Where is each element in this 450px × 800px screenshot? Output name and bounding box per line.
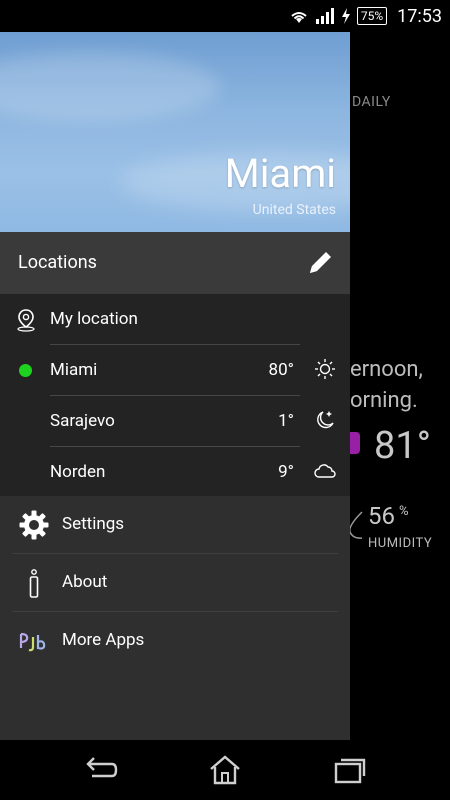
location-temp: 1° bbox=[278, 411, 294, 431]
locations-list: My location Miami 80° Sarajevo 1° Norden… bbox=[0, 294, 350, 496]
location-pin-icon bbox=[17, 309, 35, 332]
drawer-header: Miami United States bbox=[0, 32, 350, 232]
location-temp: 80° bbox=[268, 360, 294, 380]
sun-icon bbox=[315, 359, 335, 379]
sky-cloud bbox=[0, 52, 220, 122]
cloud-icon bbox=[314, 464, 336, 478]
locations-title: Locations bbox=[18, 252, 97, 273]
navigation-drawer: Miami United States Locations My locatio… bbox=[0, 32, 350, 740]
home-icon[interactable] bbox=[205, 754, 245, 786]
menu-item-settings[interactable]: Settings bbox=[0, 496, 350, 554]
system-nav-bar bbox=[0, 740, 450, 800]
locations-header: Locations bbox=[0, 232, 350, 294]
menu-label: More Apps bbox=[62, 630, 145, 650]
drawer-menu: Settings About More Apps bbox=[0, 496, 350, 740]
header-country: United States bbox=[252, 202, 336, 218]
humidity-label: HUMIDITY bbox=[368, 536, 433, 551]
charging-icon bbox=[341, 8, 350, 24]
menu-label: Settings bbox=[62, 514, 125, 534]
location-name: Miami bbox=[50, 360, 98, 380]
weather-accent-bar bbox=[350, 432, 360, 454]
status-bar: 75% 17:53 bbox=[0, 0, 450, 32]
recent-apps-icon[interactable] bbox=[330, 754, 370, 786]
back-icon[interactable] bbox=[80, 754, 120, 786]
location-name: Norden bbox=[50, 462, 106, 482]
location-item-miami[interactable]: Miami 80° bbox=[0, 345, 350, 396]
menu-item-about[interactable]: About bbox=[0, 554, 350, 612]
forecast-summary-line1: ernoon, bbox=[350, 357, 423, 382]
humidity-value: 56% bbox=[368, 502, 409, 530]
moon-icon bbox=[317, 411, 334, 429]
active-location-dot bbox=[19, 364, 32, 377]
menu-label: About bbox=[62, 572, 108, 592]
edit-pencil-icon[interactable] bbox=[304, 247, 336, 279]
location-item-my-location[interactable]: My location bbox=[0, 294, 350, 345]
location-name: Sarajevo bbox=[50, 411, 115, 431]
location-name: My location bbox=[50, 309, 138, 329]
tab-daily[interactable]: DAILY bbox=[352, 94, 391, 110]
info-icon bbox=[29, 569, 39, 598]
more-apps-logo-icon bbox=[19, 632, 46, 652]
header-city-name: Miami bbox=[224, 150, 336, 197]
gear-icon bbox=[19, 510, 49, 540]
menu-item-more-apps[interactable]: More Apps bbox=[0, 612, 350, 670]
current-temperature: 81° bbox=[374, 424, 431, 468]
status-time: 17:53 bbox=[397, 5, 442, 27]
location-item-norden[interactable]: Norden 9° bbox=[0, 447, 350, 498]
signal-icon bbox=[315, 8, 334, 24]
location-temp: 9° bbox=[278, 462, 294, 482]
location-item-sarajevo[interactable]: Sarajevo 1° bbox=[0, 396, 350, 447]
battery-indicator: 75% bbox=[356, 7, 388, 25]
wifi-icon bbox=[291, 12, 307, 23]
forecast-summary-line2: orning. bbox=[350, 388, 418, 413]
